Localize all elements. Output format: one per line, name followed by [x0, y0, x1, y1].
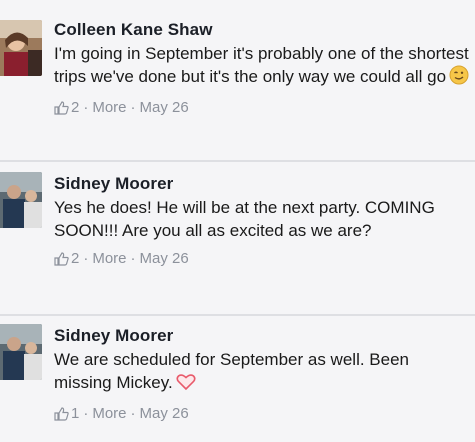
avatar[interactable]: [0, 20, 42, 76]
comment-date: May 26: [139, 99, 189, 116]
separator: ·: [130, 405, 136, 422]
comment-meta: 2 · More · May 26: [54, 99, 470, 117]
comment-author[interactable]: Colleen Kane Shaw: [54, 20, 470, 40]
avatar[interactable]: [0, 172, 42, 228]
comment-item: Colleen Kane Shaw I'm going in September…: [0, 0, 475, 160]
separator: ·: [130, 250, 136, 267]
comment-date: May 26: [139, 405, 189, 422]
more-link[interactable]: More: [92, 405, 126, 423]
separator: ·: [83, 250, 89, 267]
comment-body: We are scheduled for September as well. …: [54, 350, 409, 392]
comment-text: I'm going in September it's probably one…: [54, 42, 470, 91]
more-link[interactable]: More: [92, 99, 126, 117]
comment-item: Sidney Moorer Yes he does! He will be at…: [0, 162, 475, 314]
comment-date: May 26: [139, 250, 189, 267]
comment-meta: 2 · More · May 26: [54, 250, 470, 268]
heart-icon: [176, 373, 196, 397]
like-count: 1: [71, 405, 80, 422]
more-link[interactable]: More: [92, 250, 126, 268]
separator: ·: [83, 99, 89, 116]
thumbs-up-icon[interactable]: [54, 252, 69, 266]
smiley-wink-icon: [449, 65, 469, 91]
comment-text: Yes he does! He will be at the next part…: [54, 198, 435, 240]
avatar[interactable]: [0, 324, 42, 380]
separator: ·: [83, 405, 89, 422]
like-count: 2: [71, 250, 80, 267]
thumbs-up-icon[interactable]: [54, 407, 69, 421]
separator: ·: [130, 99, 136, 116]
comment-meta: 1 · More · May 26: [54, 405, 470, 423]
comment-item: Sidney Moorer We are scheduled for Septe…: [0, 316, 475, 442]
comment-author[interactable]: Sidney Moorer: [54, 174, 470, 194]
comment-feed: Colleen Kane Shaw I'm going in September…: [0, 0, 475, 442]
thumbs-up-icon[interactable]: [54, 101, 69, 115]
comment-author[interactable]: Sidney Moorer: [54, 326, 470, 346]
comment-text: We are scheduled for September as well. …: [54, 348, 470, 397]
comment-body: I'm going in September it's probably one…: [54, 44, 469, 86]
like-count: 2: [71, 99, 80, 116]
